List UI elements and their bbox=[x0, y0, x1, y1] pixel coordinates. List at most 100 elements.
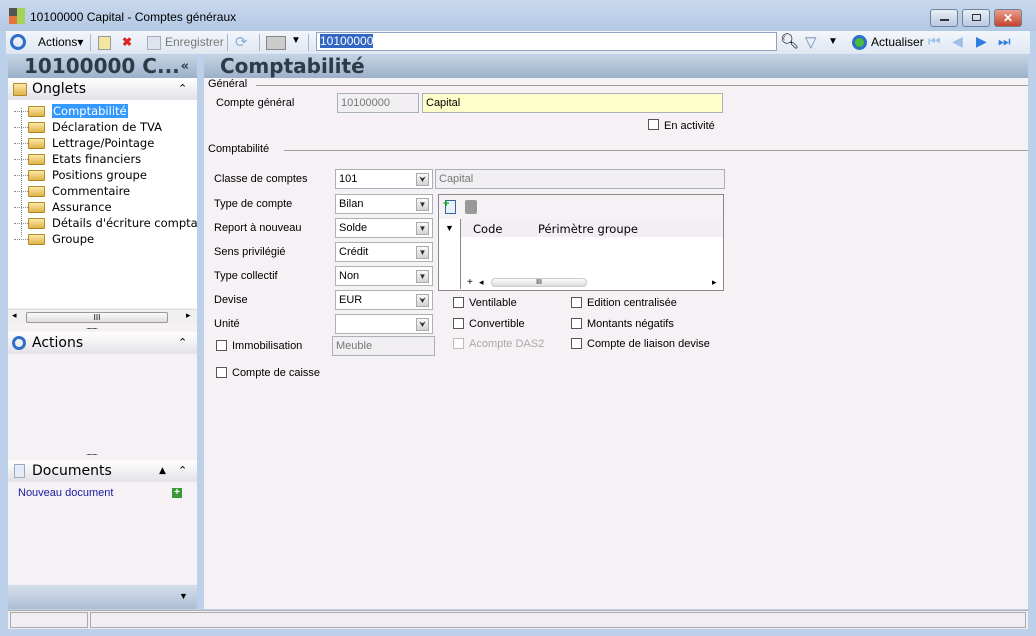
splitter-handle[interactable]: ......... bbox=[86, 322, 98, 331]
tab-item-label: Commentaire bbox=[52, 184, 131, 198]
search-input[interactable]: 10100000 bbox=[316, 32, 777, 51]
option-checkbox[interactable] bbox=[571, 318, 582, 329]
collapse-icon[interactable]: ⌃ bbox=[178, 460, 187, 482]
print-icon[interactable] bbox=[266, 36, 286, 50]
sync-icon[interactable]: ⟳ bbox=[235, 33, 248, 51]
en-activite-label: En activité bbox=[664, 120, 715, 132]
field-select[interactable]: Bilan ▼ bbox=[335, 194, 433, 214]
option-checkbox[interactable] bbox=[571, 297, 582, 308]
close-button[interactable]: ✕ bbox=[994, 9, 1022, 27]
tab-item[interactable]: Assurance bbox=[50, 200, 197, 214]
delete-row-icon[interactable] bbox=[465, 200, 477, 214]
scroll-left-icon[interactable]: ◂ bbox=[12, 310, 17, 321]
actions-menu[interactable]: Actions▾ bbox=[38, 34, 83, 51]
maximize-button[interactable] bbox=[962, 9, 990, 27]
chevron-down-icon[interactable]: ▼ bbox=[416, 246, 429, 259]
search-icon[interactable]: 🔍︎ bbox=[780, 32, 799, 50]
separator bbox=[90, 34, 91, 51]
collapse-panel-icon[interactable]: « bbox=[181, 55, 189, 78]
field-select[interactable]: EUR ⮟ bbox=[335, 290, 433, 310]
immobilisation-checkbox[interactable] bbox=[216, 340, 227, 351]
tab-item[interactable]: Groupe bbox=[50, 232, 197, 246]
scroll-right-icon[interactable]: ▸ bbox=[712, 277, 717, 288]
field-select[interactable]: Non ▼ bbox=[335, 266, 433, 286]
scroll-left-icon[interactable]: ◂ bbox=[479, 277, 484, 288]
chevron-down-icon[interactable]: ▼ bbox=[416, 198, 429, 211]
option-checkbox[interactable] bbox=[453, 297, 464, 308]
filter-dropdown-icon[interactable]: ▼ bbox=[828, 36, 838, 47]
collapse-up-icon[interactable]: ▲ bbox=[159, 460, 166, 482]
en-activite-checkbox[interactable] bbox=[648, 119, 659, 130]
next-record-icon[interactable]: ▶ bbox=[976, 33, 987, 50]
double-chevron-down-icon[interactable]: ⮟ bbox=[416, 173, 429, 186]
compte-caisse-label: Compte de caisse bbox=[232, 367, 321, 379]
column-code[interactable]: Code bbox=[473, 222, 502, 236]
column-perimetre-groupe[interactable]: Périmètre groupe bbox=[538, 222, 638, 236]
actions-panel-title: Actions bbox=[32, 335, 84, 351]
actions-label: Actions bbox=[38, 35, 78, 49]
documents-panel-header[interactable]: Documents ▲ ⌃ bbox=[8, 460, 197, 482]
field-label: Classe de comptes bbox=[214, 173, 308, 185]
double-chevron-down-icon[interactable]: ⮟ bbox=[416, 318, 429, 331]
field-label: Sens privilégié bbox=[214, 246, 286, 258]
tab-item[interactable]: Comptabilité bbox=[50, 104, 197, 118]
add-document-icon[interactable]: + bbox=[172, 488, 182, 498]
save-button[interactable]: Enregistrer bbox=[165, 34, 224, 51]
onglets-header[interactable]: Onglets ⌃ bbox=[8, 78, 197, 100]
compte-code-field: 10100000 bbox=[337, 93, 419, 113]
option-checkbox[interactable] bbox=[571, 338, 582, 349]
field-select[interactable]: 101 ⮟ bbox=[335, 169, 433, 189]
option-label: Acompte DAS2 bbox=[469, 338, 545, 350]
tab-item[interactable]: Détails d'écriture comptab bbox=[50, 216, 197, 230]
tab-item[interactable]: Etats financiers bbox=[50, 152, 197, 166]
expand-row-icon[interactable]: + bbox=[467, 277, 473, 288]
add-row-icon[interactable]: + bbox=[443, 198, 456, 214]
compte-name-field[interactable]: Capital bbox=[422, 93, 723, 113]
field-select[interactable]: ⮟ bbox=[335, 314, 433, 334]
last-record-icon[interactable]: ⏭ bbox=[998, 33, 1011, 50]
compte-caisse-checkbox[interactable] bbox=[216, 367, 227, 378]
double-chevron-down-icon[interactable]: ⮟ bbox=[416, 294, 429, 307]
collapse-icon[interactable]: ⌃ bbox=[178, 332, 187, 354]
field-value: EUR bbox=[339, 294, 363, 306]
field-value: Crédit bbox=[339, 246, 369, 258]
collapse-icon[interactable]: ⌃ bbox=[178, 78, 187, 100]
left-panel: Onglets ⌃ Comptabilité Déclaration de TV… bbox=[8, 78, 197, 609]
chevron-down-icon[interactable]: ▼ bbox=[416, 270, 429, 283]
refresh-button[interactable]: Actualiser bbox=[871, 35, 924, 49]
minimize-button[interactable] bbox=[930, 9, 958, 27]
immobilisation-field: Meuble bbox=[332, 336, 435, 356]
first-record-icon[interactable]: ⏮ bbox=[928, 33, 941, 50]
option-checkbox[interactable] bbox=[453, 318, 464, 329]
tab-item[interactable]: Commentaire bbox=[50, 184, 197, 198]
filter-icon[interactable]: ▽ bbox=[805, 33, 817, 51]
grid-toolbar: + bbox=[439, 195, 723, 219]
tree-line bbox=[14, 143, 28, 144]
option-label: Montants négatifs bbox=[587, 318, 674, 330]
tab-item-label: Groupe bbox=[52, 232, 95, 246]
tab-item[interactable]: Lettrage/Pointage bbox=[50, 136, 197, 150]
option-label: Ventilable bbox=[469, 297, 517, 309]
folder-icon bbox=[28, 170, 45, 181]
chevron-down-icon[interactable]: ▼ bbox=[416, 222, 429, 235]
document-icon bbox=[14, 464, 25, 478]
actions-panel-header[interactable]: Actions ⌃ bbox=[8, 332, 197, 354]
field-select[interactable]: Crédit ▼ bbox=[335, 242, 433, 262]
expand-icon[interactable]: ▼ bbox=[179, 591, 188, 601]
new-document-link[interactable]: Nouveau document bbox=[18, 487, 113, 499]
horizontal-scrollbar[interactable]: ◂ III ▸ bbox=[8, 309, 197, 324]
delete-icon[interactable]: ✖ bbox=[122, 35, 132, 49]
field-select[interactable]: Solde ▼ bbox=[335, 218, 433, 238]
tab-item[interactable]: Positions groupe bbox=[50, 168, 197, 182]
print-dropdown-icon[interactable]: ▼ bbox=[291, 35, 301, 46]
new-icon[interactable] bbox=[98, 36, 111, 50]
previous-record-icon[interactable]: ◀ bbox=[952, 33, 963, 50]
grid-menu-icon[interactable]: ▼ bbox=[445, 223, 454, 233]
grid-scroll-thumb[interactable]: III bbox=[491, 278, 587, 287]
splitter-handle[interactable]: ......... bbox=[86, 448, 98, 457]
tab-item[interactable]: Déclaration de TVA bbox=[50, 120, 197, 134]
separator bbox=[308, 34, 309, 51]
scroll-right-icon[interactable]: ▸ bbox=[186, 310, 191, 321]
tab-item-label: Etats financiers bbox=[52, 152, 142, 166]
tab-item-label: Lettrage/Pointage bbox=[52, 136, 155, 150]
